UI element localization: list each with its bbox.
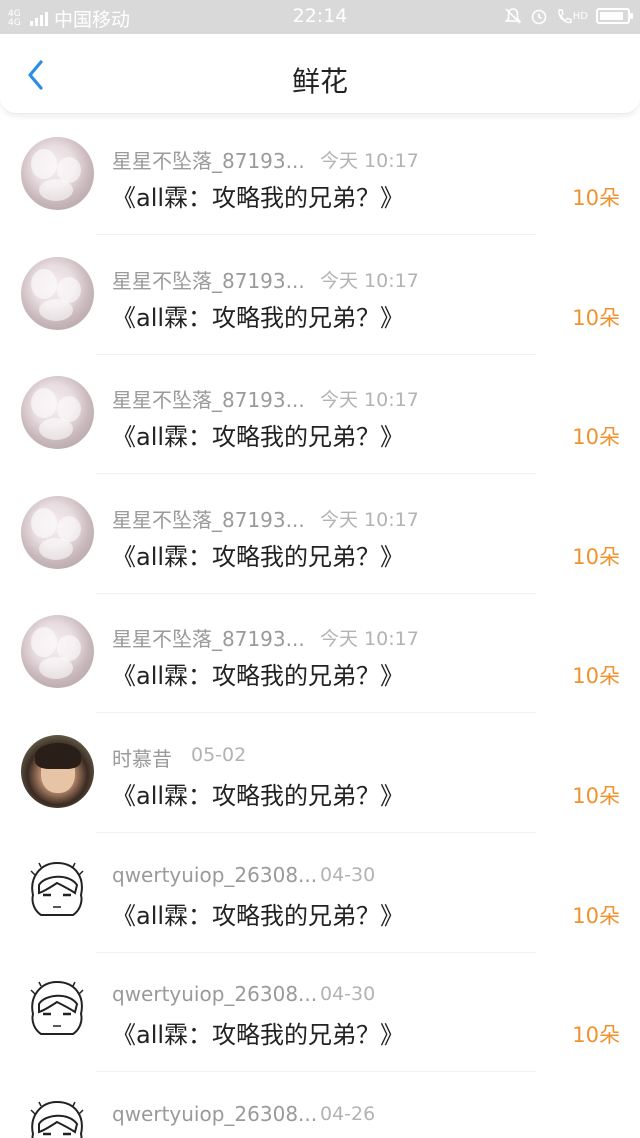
username[interactable]: qwertyuiop_26308...: [112, 863, 317, 887]
list-item[interactable]: 星星不坠落_87193... 今天 10:17 《all霖：攻略我的兄弟？》 10朵: [0, 596, 640, 716]
gift-list: 星星不坠落_87193... 今天 10:17 《all霖：攻略我的兄弟？》 10朵星…: [0, 118, 640, 1138]
username[interactable]: qwertyuiop_26308...: [112, 1102, 317, 1126]
divider: [96, 592, 536, 594]
timestamp: 今天 10:17: [320, 269, 419, 292]
avatar[interactable]: [21, 376, 94, 450]
flower-count: 10朵: [572, 186, 620, 210]
username[interactable]: 星星不坠落_87193...: [112, 384, 305, 413]
battery-icon: [596, 8, 633, 24]
page-title: 鲜花: [291, 65, 348, 98]
divider: [96, 712, 536, 714]
flower-count: 10朵: [572, 1023, 620, 1048]
alarm-bell-icon: [504, 8, 522, 24]
avatar[interactable]: [21, 615, 94, 689]
avatar[interactable]: [21, 137, 94, 210]
divider: [96, 951, 536, 953]
timestamp: 今天 10:17: [320, 150, 419, 172]
sketch-avatar-art: [30, 981, 84, 1036]
list-item[interactable]: qwertyuiop_26308... 04-30 《all霖：攻略我的兄弟？》 10…: [0, 955, 640, 1075]
timestamp: 今天 10:17: [320, 628, 419, 651]
list-item[interactable]: qwertyuiop_26308... 04-30 《all霖：攻略我的兄弟？》 10…: [0, 836, 640, 956]
divider: [96, 234, 536, 235]
timestamp: 04-30: [320, 863, 376, 886]
flower-count: 10朵: [572, 544, 620, 569]
sketch-avatar-art: [30, 861, 84, 916]
avatar[interactable]: [21, 256, 94, 330]
sketch-avatar-art: [30, 1100, 84, 1138]
list-item[interactable]: 星星不坠落_87193... 今天 10:17 《all霖：攻略我的兄弟？》 10朵: [0, 477, 640, 597]
username[interactable]: 时慕昔: [112, 743, 172, 772]
hd-call-icon: HD: [556, 7, 588, 25]
nav-bar: 鲜花: [0, 34, 640, 114]
flower-count: 10朵: [572, 425, 620, 450]
status-bar: 4G 4G 中国移动 22:14 HD: [0, 0, 640, 34]
book-title[interactable]: 《all霖：攻略我的兄弟？》: [112, 298, 404, 333]
username[interactable]: qwertyuiop_26308...: [112, 982, 317, 1006]
avatar[interactable]: [21, 495, 94, 569]
divider: [96, 1071, 536, 1073]
clock-icon: [531, 9, 547, 25]
list-item[interactable]: 时慕昔 05-02 《all霖：攻略我的兄弟？》 10朵: [0, 716, 640, 836]
divider: [96, 353, 536, 355]
timestamp: 04-26: [320, 1102, 376, 1125]
book-title[interactable]: 《all霖：攻略我的兄弟？》: [112, 776, 404, 811]
timestamp: 今天 10:17: [320, 508, 419, 531]
flower-count: 10朵: [572, 783, 620, 808]
list-item[interactable]: qwertyuiop_26308...04-26《all霖：攻略我的兄弟？》10…: [0, 1075, 640, 1138]
list-item[interactable]: 星星不坠落_87193... 今天 10:17 《all霖：攻略我的兄弟？》 10朵: [0, 118, 640, 238]
flower-count: 10朵: [572, 664, 620, 689]
username[interactable]: 星星不坠落_87193...: [112, 504, 305, 533]
flower-count: 10朵: [572, 903, 620, 928]
divider: [96, 831, 536, 833]
hd-label: HD: [572, 10, 588, 22]
book-title[interactable]: 《all霖：攻略我的兄弟？》: [112, 656, 404, 691]
list-item[interactable]: 星星不坠落_87193... 今天 10:17 《all霖：攻略我的兄弟？》 10朵: [0, 238, 640, 358]
list-item[interactable]: 星星不坠落_87193... 今天 10:17 《all霖：攻略我的兄弟？》 10朵: [0, 357, 640, 477]
avatar[interactable]: [21, 974, 94, 1048]
flower-count: 10朵: [572, 305, 620, 330]
book-title[interactable]: 《all霖：攻略我的兄弟？》: [112, 1015, 404, 1050]
username[interactable]: 星星不坠落_87193...: [112, 145, 305, 174]
timestamp: 今天 10:17: [320, 389, 419, 412]
book-title[interactable]: 《all霖：攻略我的兄弟？》: [112, 896, 404, 931]
avatar[interactable]: [21, 1093, 94, 1138]
book-title[interactable]: 《all霖：攻略我的兄弟？》: [112, 178, 404, 213]
timestamp: 04-30: [320, 983, 376, 1006]
status-right: HD: [504, 7, 633, 25]
battery-level: [600, 12, 624, 20]
avatar[interactable]: [21, 734, 94, 808]
timestamp: 05-02: [191, 743, 247, 766]
divider: [96, 473, 536, 475]
book-title[interactable]: 《all霖：攻略我的兄弟？》: [112, 537, 404, 572]
username[interactable]: 星星不坠落_87193...: [112, 623, 305, 652]
username[interactable]: 星星不坠落_87193...: [112, 265, 305, 294]
book-title[interactable]: 《all霖：攻略我的兄弟？》: [112, 417, 404, 452]
avatar[interactable]: [21, 854, 94, 928]
